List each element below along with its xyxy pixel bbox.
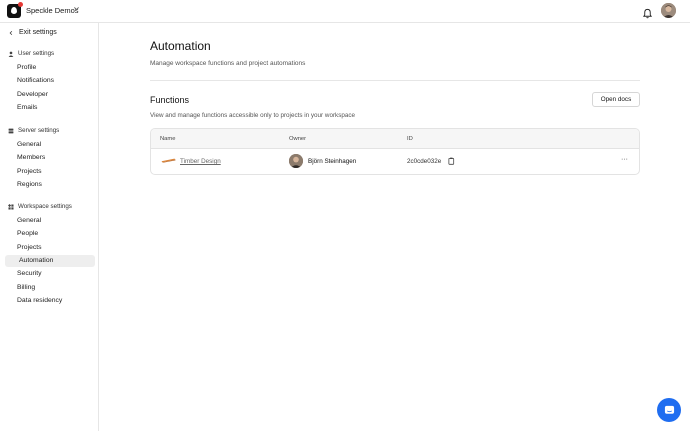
sidebar-item-profile[interactable]: Profile — [5, 62, 95, 74]
bell-icon[interactable] — [642, 6, 653, 19]
sidebar-item-workspace-general[interactable]: General — [5, 215, 95, 227]
chat-launcher-button[interactable] — [657, 398, 681, 422]
section-title: Workspace settings — [18, 203, 72, 210]
sidebar-item-general[interactable]: General — [5, 139, 95, 151]
avatar[interactable] — [661, 3, 676, 18]
timber-function-icon — [161, 158, 176, 163]
functions-heading: Functions — [150, 95, 190, 105]
sidebar-item-billing[interactable]: Billing — [5, 282, 95, 294]
settings-sidebar: Exit settings User settings Profile Noti… — [0, 23, 99, 431]
table-row[interactable]: Timber Design Björn Steinhagen 2c0cde032… — [151, 149, 639, 174]
page-title: Automation — [150, 39, 211, 53]
section-server-settings: Server settings — [8, 127, 59, 134]
chevron-down-icon[interactable] — [73, 5, 80, 14]
column-header-owner: Owner — [289, 136, 307, 142]
server-icon — [8, 128, 14, 133]
functions-description: View and manage functions accessible onl… — [150, 112, 355, 119]
sidebar-item-notifications[interactable]: Notifications — [5, 75, 95, 87]
column-header-id: ID — [407, 136, 413, 142]
open-docs-button[interactable]: Open docs — [592, 92, 640, 107]
section-user-settings: User settings — [8, 50, 54, 57]
sidebar-item-automation[interactable]: Automation — [5, 255, 95, 267]
table-header: Name Owner ID — [151, 129, 639, 149]
chevron-left-icon — [9, 30, 13, 35]
function-name-link[interactable]: Timber Design — [180, 158, 221, 165]
sidebar-item-people[interactable]: People — [5, 228, 95, 240]
exit-settings-link[interactable]: Exit settings — [8, 29, 57, 36]
exit-settings-label: Exit settings — [19, 29, 57, 36]
sidebar-item-data-residency[interactable]: Data residency — [5, 295, 95, 307]
owner-name: Björn Steinhagen — [308, 158, 357, 165]
workspace-name[interactable]: Speckle Demos — [26, 6, 79, 15]
sidebar-item-developer[interactable]: Developer — [5, 89, 95, 101]
sidebar-item-workspace-projects[interactable]: Projects — [5, 242, 95, 254]
sidebar-item-emails[interactable]: Emails — [5, 102, 95, 114]
sidebar-item-members[interactable]: Members — [5, 152, 95, 164]
column-header-name: Name — [160, 136, 176, 142]
sidebar-item-security[interactable]: Security — [5, 268, 95, 280]
page-description: Manage workspace functions and project a… — [150, 60, 306, 67]
owner-avatar — [289, 154, 303, 168]
speckle-logo-icon[interactable] — [7, 2, 23, 18]
divider — [150, 80, 640, 81]
more-options-button[interactable]: ··· — [621, 156, 628, 163]
functions-table: Name Owner ID Timber Design Björn Steinh… — [150, 128, 640, 175]
copy-icon[interactable] — [448, 157, 455, 165]
section-title: User settings — [18, 50, 55, 57]
top-bar: Speckle Demos — [0, 0, 690, 23]
chat-icon — [664, 405, 674, 414]
section-workspace-settings: Workspace settings — [8, 203, 72, 210]
function-id: 2c0cde032e — [407, 158, 442, 165]
sidebar-item-regions[interactable]: Regions — [5, 179, 95, 191]
section-title: Server settings — [18, 127, 60, 134]
user-icon — [8, 51, 14, 57]
sidebar-item-projects[interactable]: Projects — [5, 166, 95, 178]
workspace-icon — [8, 203, 14, 210]
